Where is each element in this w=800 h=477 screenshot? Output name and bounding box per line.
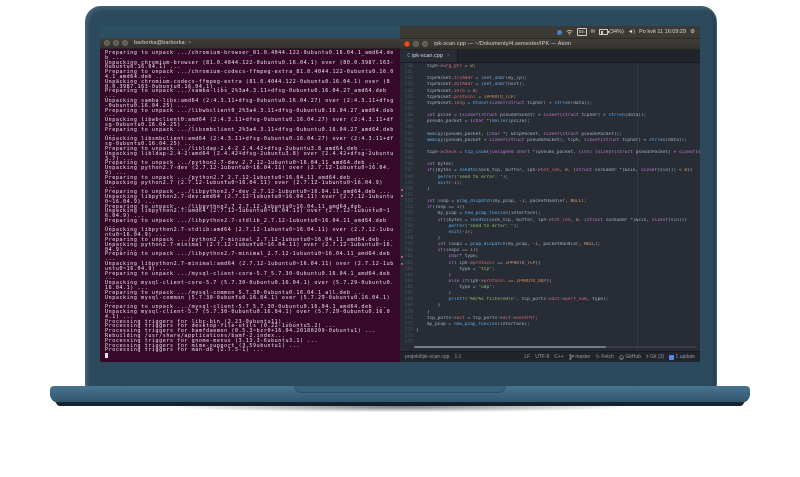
laptop-mockup: barborka@barborka: ~ Preparing to unpack… [0, 0, 800, 477]
status-language[interactable]: C++ [554, 354, 563, 360]
screen: barborka@barborka: ~ Preparing to unpack… [100, 26, 700, 362]
terminal-title: barborka@barborka: ~ [134, 40, 192, 46]
status-git-branch[interactable]: master [569, 354, 591, 360]
laptop-base-notch [294, 386, 506, 393]
desktop-left-half: barborka@barborka: ~ Preparing to unpack… [100, 26, 400, 362]
code-text: printf("%d/%s filtered\n", tcp_ports->ac… [448, 297, 609, 303]
desktop-wallpaper [100, 26, 400, 38]
editor-maximize-button[interactable] [422, 41, 428, 47]
terminal-maximize-button[interactable] [122, 40, 128, 46]
terminal-cursor [105, 353, 108, 358]
desktop-right-half: En ✉ (34%) ◄) Po kvě 11 16:09:29 ⚙ ipk-s… [400, 26, 700, 362]
volume-icon[interactable]: ◄) [628, 26, 635, 38]
code-text: my_pcap = new_pcap_funcion(interface); [416, 321, 530, 327]
editor-titlebar[interactable]: ipk-scan.cpp — ~/Dokumenty/4.semester/IP… [400, 39, 700, 50]
branch-icon [569, 354, 574, 360]
laptop-lid: barborka@barborka: ~ Preparing to unpack… [85, 6, 717, 390]
status-file-path[interactable]: projekt/ipk-scan.cpp [405, 354, 449, 360]
file-type-icon: C [407, 53, 411, 59]
scrollbar-thumb[interactable] [414, 346, 607, 348]
terminal-minimize-button[interactable] [113, 40, 119, 46]
terminal-titlebar[interactable]: barborka@barborka: ~ [100, 38, 400, 49]
editor-close-button[interactable] [404, 41, 410, 47]
code-text: tcph->urg_ptr = 0; [416, 64, 476, 69]
status-fetch[interactable]: ↻ Fetch [596, 354, 614, 360]
keyboard-layout-indicator[interactable]: En [576, 28, 587, 36]
code-editor[interactable]: 530 tcph->urg_ptr = 0; 531 532 tcpPacket.… [400, 63, 700, 351]
code-text: tcph->check = tcp_csum((unsigned short *… [416, 149, 700, 155]
mail-icon[interactable]: ✉ [591, 26, 596, 38]
status-bar: projekt/ipk-scan.cpp 1:1 LF UTF-8 C++ ma… [400, 351, 700, 362]
horizontal-scrollbar[interactable] [414, 346, 697, 348]
fetch-icon: ↻ [595, 354, 600, 360]
terminal-close-button[interactable] [104, 40, 110, 46]
tab-label: ipk-scan.cpp [412, 53, 443, 59]
status-cursor-position[interactable]: 1:1 [454, 354, 461, 360]
clock[interactable]: Po kvě 11 16:09:29 [639, 29, 686, 35]
code-text: pseudo_packet = (char *)malloc(psize); [416, 119, 530, 125]
editor-window-title: ipk-scan.cpp — ~/Dokumenty/4.semester/IP… [434, 41, 572, 47]
tab-ipk-scan[interactable]: C ipk-scan.cpp × [400, 50, 458, 62]
wifi-icon[interactable] [566, 29, 573, 35]
status-line-ending[interactable]: LF [524, 354, 530, 360]
tab-close-icon[interactable]: × [447, 53, 450, 59]
status-git-changes[interactable]: ± Git (3) [646, 354, 664, 360]
status-encoding[interactable]: UTF-8 [535, 354, 549, 360]
code-area: 530 tcph->urg_ptr = 0; 531 532 tcpPacket.… [400, 63, 700, 346]
gear-icon[interactable]: ⚙ [690, 26, 695, 38]
code-text: tcpPacket.leng = htons(sizeof(struct tcp… [416, 100, 593, 106]
laptop-base [50, 386, 750, 406]
github-icon [619, 354, 624, 360]
battery-percentage: (34%) [609, 29, 624, 35]
bluetooth-icon[interactable] [556, 29, 562, 35]
diff-icon: ± [645, 354, 649, 360]
status-updates[interactable]: 1 update [669, 354, 695, 360]
battery-icon [599, 29, 609, 35]
terminal-output[interactable]: Preparing to unpack .../chromium-browser… [100, 49, 400, 362]
terminal-line: Processing triggers for man-db (2.7.5-1)… [105, 347, 264, 354]
terminal-window: barborka@barborka: ~ Preparing to unpack… [100, 38, 400, 362]
package-update-icon [669, 354, 675, 360]
status-github[interactable]: GitHub [619, 354, 641, 360]
code-text: memcpy(pseudo_packet + sizeof(struct pse… [426, 137, 688, 143]
editor-minimize-button[interactable] [413, 41, 419, 47]
code-line: 544 tcph->check = tcp_csum((unsigned sho… [400, 150, 700, 156]
laptop-shadow [70, 402, 730, 418]
system-panel: En ✉ (34%) ◄) Po kvě 11 16:09:29 ⚙ [400, 26, 700, 39]
code-line: 542 memcpy(pseudo_packet + sizeof(struct… [400, 138, 700, 144]
tab-bar: C ipk-scan.cpp × [400, 50, 700, 63]
wrap-guide [637, 63, 638, 351]
battery-indicator[interactable]: (34%) [599, 29, 624, 35]
editor-window: ipk-scan.cpp — ~/Dokumenty/4.semester/IP… [400, 39, 700, 362]
